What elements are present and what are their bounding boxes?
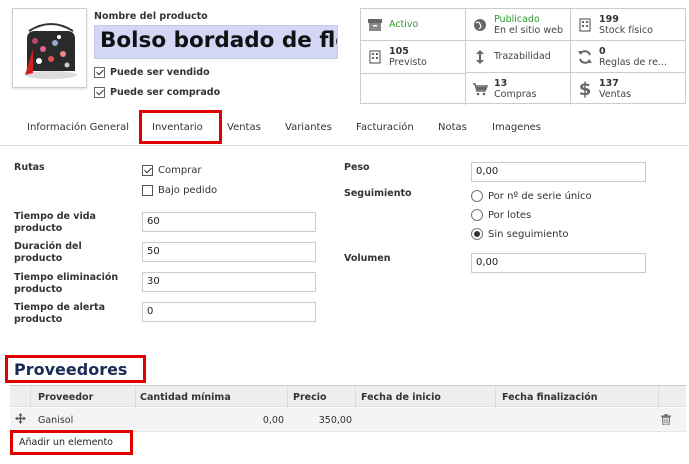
tracking-none-radio[interactable]: Sin seguimiento [471,228,569,240]
smart-buttons: Activo Publicado En el sitio web 199 Stock… [360,8,686,105]
tab-invoicing[interactable]: Facturación [356,122,414,133]
traceability-button[interactable]: Trazabilidad [466,41,571,73]
alert-time-input[interactable]: 0 [142,302,316,322]
building-icon [571,17,599,32]
col-end-date[interactable]: Fecha finalización [502,392,598,403]
use-time-label: Duración del producto [14,241,82,264]
tracking-serial-label: Por nº de serie único [488,190,592,202]
can-be-purchased-label: Puede ser comprado [110,87,221,98]
can-be-purchased-checkbox[interactable]: Puede ser comprado [94,87,220,98]
tracking-serial-radio[interactable]: Por nº de serie único [471,190,592,202]
life-time-input[interactable]: 60 [142,212,316,232]
radio-selected-icon [471,228,483,240]
use-time-input[interactable]: 50 [142,242,316,262]
reorder-rules-label: Reglas de re... [599,56,667,68]
traceability-label: Trazabilidad [494,51,551,62]
col-min-qty[interactable]: Cantidad mínima [140,392,231,403]
supplier-min-qty: 0,00 [262,415,284,426]
drag-handle-icon[interactable] [15,413,26,427]
notebook-tabs: Información General Inventario Ventas Va… [0,110,689,146]
forecast-button[interactable]: 105 Previsto [361,41,466,73]
col-price[interactable]: Precio [293,392,327,403]
checkbox-checked-icon [94,67,105,78]
forecast-count: 105 [389,46,409,57]
product-name-input[interactable]: Bolso bordado de flores [94,25,338,59]
tracking-lot-label: Por lotes [488,209,532,221]
forecast-label: Previsto [389,57,427,68]
suppliers-table-header: Proveedor Cantidad mínima Precio Fecha d… [10,385,686,408]
trash-icon[interactable] [661,414,671,428]
physical-stock-count: 199 [599,13,619,25]
tracking-lot-radio[interactable]: Por lotes [471,209,531,221]
purchases-button[interactable]: 13 Compras [466,73,571,105]
highlight-add-line [10,430,133,455]
empty-cell [361,73,466,105]
tracking-label: Seguimiento [344,188,412,199]
col-start-date[interactable]: Fecha de inicio [361,392,441,403]
route-buy-label: Comprar [158,165,202,176]
refresh-icon [571,49,599,65]
supplier-name: Ganisol [38,415,74,426]
reorder-rules-count: 0 [599,45,606,57]
tab-variants[interactable]: Variantes [285,122,332,133]
product-name-value: Bolso bordado de flores [100,28,337,53]
volume-input[interactable]: 0,00 [471,253,646,273]
table-row[interactable]: Ganisol 0,00 350,00 [10,408,686,432]
checkbox-checked-icon [142,165,153,176]
published-sub: En el sitio web [494,24,563,36]
weight-input[interactable]: 0,00 [471,162,646,182]
routes-label: Rutas [14,162,45,173]
sales-button[interactable]: $ 137 Ventas [571,73,686,105]
highlight-suppliers-title [5,355,146,383]
reorder-rules-button[interactable]: 0 Reglas de re... [571,41,686,73]
route-buy-checkbox[interactable]: Comprar [142,165,202,176]
arrows-vertical-icon [466,49,494,65]
building-icon [361,50,389,64]
can-be-sold-label: Puede ser vendido [110,67,210,78]
checkbox-checked-icon [94,87,105,98]
col-supplier[interactable]: Proveedor [38,392,93,403]
active-button[interactable]: Activo [361,9,466,41]
tab-images[interactable]: Imagenes [492,122,541,133]
product-name-label: Nombre del producto [94,11,208,22]
active-label: Activo [389,19,419,30]
archive-icon [361,18,389,32]
route-make-to-order-checkbox[interactable]: Bajo pedido [142,185,217,196]
tracking-none-label: Sin seguimiento [488,228,569,240]
physical-stock-button[interactable]: 199 Stock físico [571,9,686,41]
highlight-inventory-tab [139,110,222,144]
tab-notes[interactable]: Notas [438,122,467,133]
removal-time-input[interactable]: 30 [142,272,316,292]
cart-icon [466,82,494,96]
tab-general-info[interactable]: Información General [27,122,129,133]
route-make-to-order-label: Bajo pedido [158,185,218,196]
sales-label: Ventas [599,89,632,100]
weight-label: Peso [344,162,370,173]
can-be-sold-checkbox[interactable]: Puede ser vendido [94,67,210,78]
alert-time-label: Tiempo de alerta producto [14,302,106,325]
volume-label: Volumen [344,253,391,264]
published-button[interactable]: Publicado En el sitio web [466,9,571,41]
product-image[interactable] [12,8,87,88]
supplier-price: 350,00 [318,415,352,426]
life-time-label: Tiempo de vida producto [14,211,96,234]
checkbox-unchecked-icon [142,185,153,196]
radio-unselected-icon [471,190,483,202]
dollar-icon: $ [578,78,592,100]
purchases-count: 13 [494,78,508,89]
removal-time-label: Tiempo eliminación producto [14,272,119,295]
physical-stock-label: Stock físico [599,24,653,36]
globe-icon [466,18,494,32]
sales-count: 137 [599,78,619,89]
radio-unselected-icon [471,209,483,221]
tab-sales[interactable]: Ventas [227,122,261,133]
published-label: Publicado [494,13,540,25]
purchases-label: Compras [494,89,537,100]
